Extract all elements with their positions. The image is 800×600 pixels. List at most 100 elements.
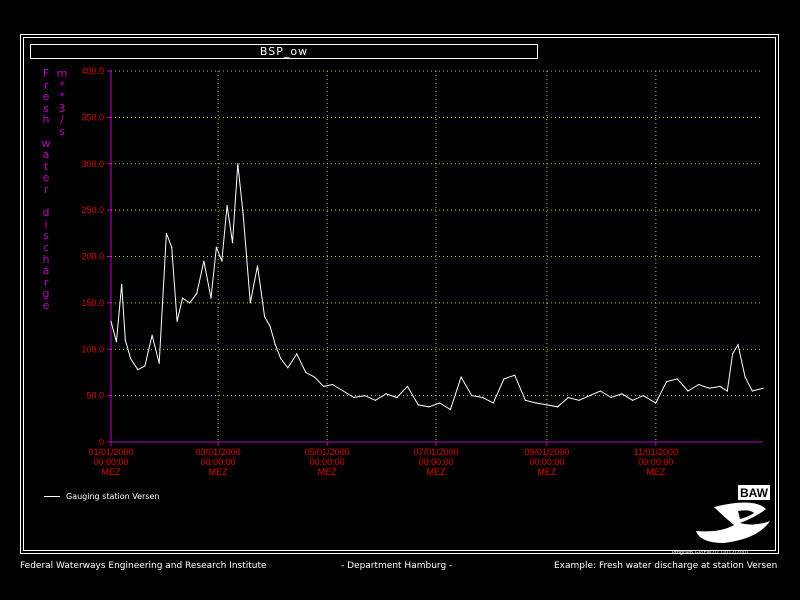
- data-point: [732, 353, 734, 355]
- x-tick-label-time: 00:00:00: [638, 457, 673, 467]
- data-point: [110, 320, 112, 322]
- data-point: [374, 399, 376, 401]
- x-tick-label-tz: MEZ: [427, 467, 447, 477]
- series-line-0: [110, 163, 764, 411]
- y-tick-label: 350.0: [81, 112, 104, 122]
- data-point: [610, 396, 612, 399]
- x-tick-label-date: 07/01/2000: [414, 447, 459, 457]
- data-point: [181, 297, 184, 299]
- data-point: [599, 390, 602, 392]
- baw-logo: BAW: [696, 485, 770, 543]
- footer-right: Example: Fresh water discharge at statio…: [554, 561, 778, 571]
- y-tick-label: 0: [99, 437, 104, 447]
- data-point: [726, 390, 728, 392]
- y-tick-label: 400.0: [81, 66, 104, 76]
- x-tick-label-time: 00:00:00: [93, 457, 128, 467]
- data-point: [189, 302, 191, 304]
- data-point: [396, 396, 398, 399]
- data-point: [124, 339, 126, 341]
- y-tick-label: 250.0: [81, 205, 104, 215]
- data-point: [242, 214, 244, 216]
- discharge-line-chart: 0 50.0 100.0 150.0 200.0 250.0 300.0 350.0 400.0…: [81, 66, 764, 477]
- x-tick-label-date: 01/01/2000: [88, 447, 133, 457]
- data-point: [567, 396, 569, 399]
- data-point: [439, 402, 441, 404]
- data-point: [296, 353, 298, 355]
- data-point: [221, 260, 223, 262]
- data-point: [460, 376, 462, 378]
- data-point: [280, 357, 282, 360]
- data-point: [237, 163, 239, 165]
- data-point: [482, 396, 484, 399]
- data-point: [269, 325, 271, 327]
- legend: Gauging station Versen: [44, 492, 159, 501]
- data-point: [171, 246, 173, 248]
- x-tick-label-date: 09/01/2000: [524, 447, 569, 457]
- data-point: [130, 357, 132, 360]
- data-point: [546, 404, 548, 406]
- data-point: [514, 374, 516, 376]
- data-point: [137, 369, 139, 371]
- data-point: [632, 399, 634, 401]
- footer-left: Federal Waterways Engineering and Resear…: [20, 561, 267, 571]
- x-tick-label-tz: MEZ: [537, 467, 557, 477]
- data-point: [231, 242, 234, 244]
- data-point: [264, 316, 266, 318]
- data-point: [203, 260, 205, 262]
- data-point: [621, 393, 623, 395]
- data-point: [323, 385, 325, 387]
- x-tick-label-time: 00:00:00: [529, 457, 564, 467]
- x-tick-label-date: 05/01/2000: [305, 447, 350, 457]
- data-point: [665, 381, 668, 383]
- data-point: [471, 395, 473, 397]
- y-tick-label: 50.0: [86, 391, 104, 401]
- data-point: [314, 376, 316, 378]
- x-tick-label-date: 03/01/2000: [196, 447, 241, 457]
- data-point: [176, 320, 178, 322]
- y-tick-label: 150.0: [81, 298, 104, 308]
- data-point: [305, 371, 307, 373]
- data-point: [687, 390, 689, 392]
- legend-swatch: [44, 496, 60, 497]
- data-point: [698, 383, 700, 386]
- data-point: [655, 402, 657, 404]
- data-point: [287, 367, 289, 369]
- data-point: [744, 376, 746, 378]
- x-tick-label-time: 00:00:00: [419, 457, 454, 467]
- data-point: [406, 385, 409, 387]
- data-point: [215, 246, 217, 248]
- x-tick-label-tz: MEZ: [102, 467, 122, 477]
- x-tick-label-time: 00:00:00: [310, 457, 345, 467]
- data-point: [524, 399, 527, 401]
- y-tick-label: 200.0: [81, 252, 104, 262]
- data-point: [557, 406, 559, 408]
- data-point: [578, 399, 580, 401]
- footer-center: - Department Hamburg -: [341, 561, 453, 571]
- data-point: [115, 341, 117, 343]
- data-point: [342, 390, 344, 392]
- data-point: [165, 232, 167, 234]
- data-point: [503, 378, 505, 380]
- data-point: [256, 265, 259, 267]
- data-point: [210, 297, 212, 299]
- data-point: [158, 362, 160, 364]
- data-point: [492, 402, 494, 404]
- data-point: [151, 334, 153, 336]
- data-point: [226, 204, 228, 207]
- data-point: [385, 393, 387, 395]
- data-point: [331, 383, 334, 386]
- logo-text: BAW: [740, 486, 769, 500]
- data-point: [196, 293, 198, 295]
- data-point: [144, 365, 146, 367]
- x-tick-label-tz: MEZ: [646, 467, 666, 477]
- data-point: [719, 385, 721, 387]
- data-point: [274, 344, 276, 346]
- data-point: [428, 406, 430, 408]
- x-tick-label-tz: MEZ: [209, 467, 229, 477]
- y-tick-label: 100.0: [81, 344, 104, 354]
- data-point: [449, 408, 451, 411]
- data-point: [708, 387, 711, 389]
- x-tick-label-tz: MEZ: [318, 467, 338, 477]
- data-point: [762, 387, 764, 389]
- data-point: [642, 395, 644, 397]
